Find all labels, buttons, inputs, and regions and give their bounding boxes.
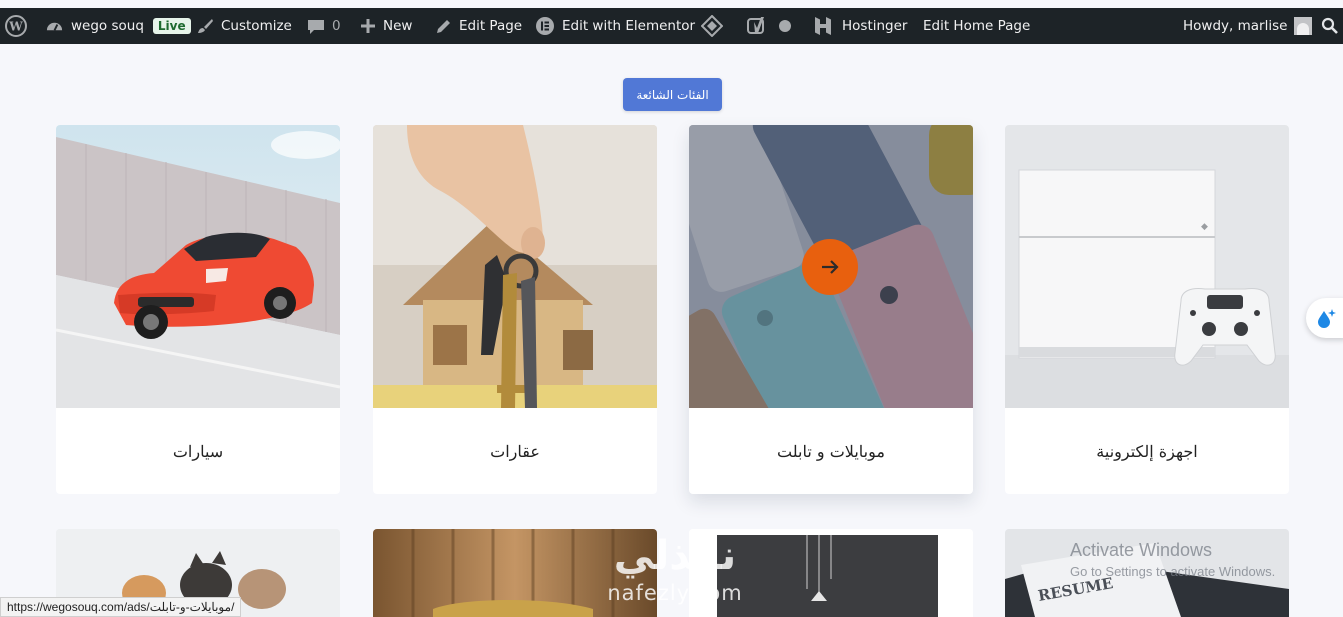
edit-home-page-link[interactable]: Edit Home Page [923, 8, 1030, 44]
site-name-menu[interactable]: wego souq Live [45, 8, 191, 44]
elementor-icon [535, 16, 555, 36]
windows-activation-notice: Activate Windows Go to Settings to activ… [1070, 540, 1275, 579]
popular-categories-button[interactable]: الفئات الشائعة [623, 78, 722, 111]
wp-menu[interactable]: W [5, 8, 27, 44]
browser-status-url: https://wegosouq.com/ads/موبايلات-و-تابل… [0, 597, 242, 617]
category-title-electronics[interactable]: اجهزة إلكترونية [1005, 408, 1289, 494]
edit-with-elementor-label: Edit with Elementor [562, 18, 696, 34]
edit-with-elementor-link[interactable]: Edit with Elementor [535, 8, 695, 44]
category-card-mobiles-tablets[interactable]: موبايلات و تابلت [689, 125, 973, 494]
pencil-icon [435, 18, 452, 35]
hostinger-label: Hostinger [842, 18, 908, 34]
diamond-icon [701, 15, 723, 37]
activation-title: Activate Windows [1070, 540, 1213, 560]
category-card-real-estate[interactable]: عقارات [373, 125, 657, 494]
category-card-electronics[interactable]: ◆ اجهزة إلكترونية [1005, 125, 1289, 494]
category-title-cars[interactable]: سيارات [56, 408, 340, 494]
yoast-menu[interactable] [747, 8, 791, 44]
status-dot-icon [779, 20, 791, 32]
svg-text:W: W [8, 20, 23, 34]
edit-home-page-label: Edit Home Page [923, 18, 1031, 34]
comment-icon [307, 18, 325, 35]
diamond-menu[interactable] [701, 8, 723, 44]
category-title-mobiles-tablets[interactable]: موبايلات و تابلت [689, 408, 973, 494]
category-card-cars[interactable]: سيارات [56, 125, 340, 494]
my-account-menu[interactable]: Howdy, marlise [1183, 8, 1313, 44]
category-image-phones[interactable] [689, 125, 973, 408]
activation-subtitle: Go to Settings to activate Windows. [1070, 564, 1276, 579]
wordpress-logo-icon: W [5, 15, 27, 37]
category-title-real-estate[interactable]: عقارات [373, 408, 657, 494]
howdy-label: Howdy, marlise [1183, 18, 1288, 34]
customize-link[interactable]: Customize [196, 8, 292, 44]
category-image-car[interactable] [56, 125, 340, 408]
customize-label: Customize [221, 18, 292, 34]
site-name: wego souq [71, 18, 144, 34]
dashboard-icon [45, 17, 64, 36]
category-image-console[interactable]: ◆ [1005, 125, 1289, 408]
search-icon [1321, 17, 1339, 35]
floating-accessibility-widget[interactable] [1306, 298, 1343, 338]
yoast-icon [747, 16, 767, 36]
nafezly-watermark: نفذلي nafezly.com [585, 531, 765, 615]
arrow-right-icon [819, 256, 841, 278]
comments-count: 0 [332, 18, 341, 34]
brush-icon [196, 17, 214, 35]
admin-bar: W wego souq Live Customize 0 New Edit Pa… [0, 8, 1343, 44]
category-image-house-keys[interactable] [373, 125, 657, 408]
watermark-latin: nafezly.com [607, 581, 743, 605]
view-category-button[interactable] [802, 239, 858, 295]
hostinger-menu[interactable]: Hostinger [813, 8, 907, 44]
edit-page-label: Edit Page [459, 18, 523, 34]
svg-text:◆: ◆ [1201, 222, 1208, 232]
comments-link[interactable]: 0 [307, 8, 341, 44]
plus-icon [360, 18, 376, 34]
avatar [1294, 17, 1313, 35]
new-label: New [383, 18, 413, 34]
watermark-arabic: نفذلي [613, 533, 737, 579]
admin-search[interactable] [1321, 8, 1339, 44]
new-content-link[interactable]: New [360, 8, 412, 44]
live-badge: Live [152, 18, 191, 34]
hostinger-icon [813, 16, 833, 36]
edit-page-link[interactable]: Edit Page [435, 8, 522, 44]
water-drop-icon [1315, 307, 1337, 329]
